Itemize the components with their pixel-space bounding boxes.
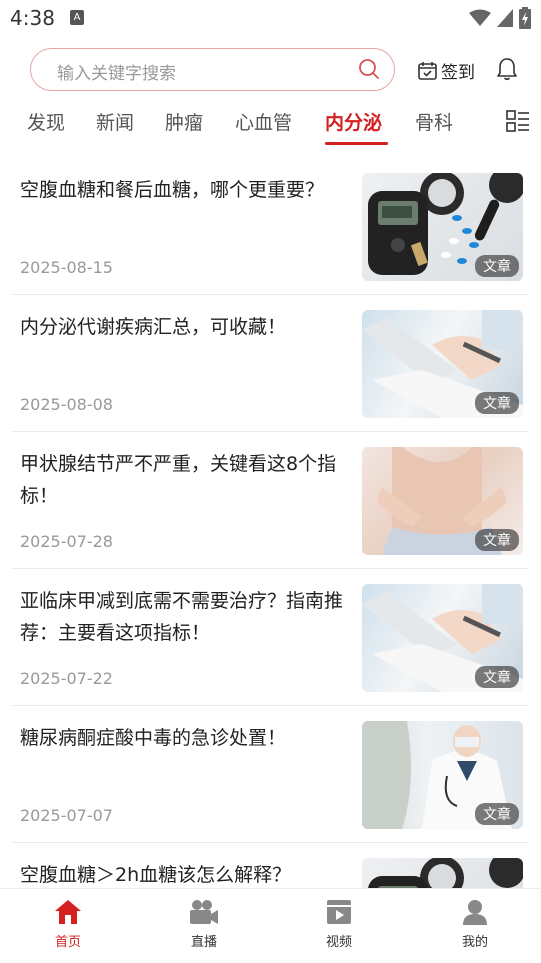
tab-news[interactable]: 新闻 (96, 108, 134, 135)
profile-icon (463, 900, 487, 925)
bottom-navigation: 首页 直播 视频 我的 (0, 888, 541, 963)
article-title: 糖尿病酮症酸中毒的急诊处置！ (20, 727, 287, 749)
article-title: 空腹血糖和餐后血糖，哪个更重要？ (20, 179, 325, 201)
article-type-badge: 文章 (475, 529, 519, 551)
nav-home[interactable]: 首页 (28, 899, 108, 950)
status-indicator-icon: A (70, 10, 84, 25)
article-date: 2025-07-28 (20, 532, 113, 551)
play-video-icon (327, 900, 351, 924)
article-thumbnail: 文章 (362, 173, 523, 281)
checkin-label: 签到 (441, 63, 475, 83)
nav-video[interactable]: 视频 (299, 899, 379, 950)
article-title: 亚临床甲减到底需不需要治疗？指南推荐：主要看这项指标！ (20, 590, 344, 644)
article-title: 内分泌代谢疾病汇总，可收藏！ (20, 316, 287, 338)
article-title: 甲状腺结节严不严重，关键看这8个指标！ (20, 453, 337, 507)
checkin-button[interactable]: 签到 (418, 58, 475, 83)
home-icon (55, 900, 81, 924)
article-date: 2025-07-22 (20, 669, 113, 688)
article-card[interactable]: 甲状腺结节严不严重，关键看这8个指标！ 2025-07-28 文章 (12, 432, 529, 569)
article-date: 2025-08-15 (20, 258, 113, 277)
active-tab-indicator (325, 142, 388, 145)
search-icon[interactable] (358, 58, 380, 80)
search-input[interactable]: 输入关键字搜索 (30, 48, 395, 91)
battery-icon (519, 7, 531, 29)
article-card[interactable]: 内分泌代谢疾病汇总，可收藏！ 2025-08-08 文章 (12, 295, 529, 432)
nav-profile[interactable]: 我的 (435, 899, 515, 950)
tab-discover[interactable]: 发现 (27, 108, 65, 135)
article-thumbnail: 文章 (362, 310, 523, 418)
article-thumbnail: 文章 (362, 721, 523, 829)
category-menu-icon[interactable] (506, 110, 530, 132)
article-date: 2025-08-08 (20, 395, 113, 414)
article-type-badge: 文章 (475, 255, 519, 277)
status-time: 4:38 (10, 6, 55, 30)
search-row: 输入关键字搜索 签到 (0, 46, 541, 94)
nav-live-label: 直播 (190, 935, 217, 950)
article-card[interactable]: 空腹血糖和餐后血糖，哪个更重要？ 2025-08-15 文章 (12, 158, 529, 295)
article-thumbnail (362, 858, 523, 888)
calendar-check-icon (418, 62, 437, 80)
article-card[interactable]: 空腹血糖＞2h血糖该怎么解释？ (12, 843, 529, 888)
status-icons (469, 7, 531, 29)
signal-icon (497, 9, 513, 27)
article-list: 空腹血糖和餐后血糖，哪个更重要？ 2025-08-15 文章 内分泌代谢疾病汇总… (0, 158, 541, 888)
category-tabs: 发现 新闻 肿瘤 心血管 内分泌 骨科 (0, 104, 541, 148)
tab-oncology[interactable]: 肿瘤 (165, 108, 203, 135)
nav-video-label: 视频 (325, 935, 352, 950)
tab-cardiology[interactable]: 心血管 (235, 108, 292, 135)
tab-orthopedics[interactable]: 骨科 (415, 108, 453, 135)
nav-home-label: 首页 (54, 935, 81, 950)
glucose-meter-image (368, 858, 523, 888)
nav-live[interactable]: 直播 (164, 899, 244, 950)
article-type-badge: 文章 (475, 392, 519, 414)
article-date: 2025-07-07 (20, 806, 113, 825)
bell-icon[interactable] (496, 57, 518, 81)
article-card[interactable]: 糖尿病酮症酸中毒的急诊处置！ 2025-07-07 文章 (12, 706, 529, 843)
article-thumbnail: 文章 (362, 447, 523, 555)
tab-endocrinology[interactable]: 内分泌 (325, 108, 382, 135)
status-bar: 4:38 A (0, 0, 541, 38)
article-title: 空腹血糖＞2h血糖该怎么解释？ (20, 864, 292, 886)
article-type-badge: 文章 (475, 666, 519, 688)
wifi-icon (469, 9, 491, 26)
article-thumbnail: 文章 (362, 584, 523, 692)
article-card[interactable]: 亚临床甲减到底需不需要治疗？指南推荐：主要看这项指标！ 2025-07-22 文… (12, 569, 529, 706)
search-placeholder: 输入关键字搜索 (57, 64, 176, 84)
nav-profile-label: 我的 (461, 935, 488, 950)
video-camera-icon (190, 900, 218, 924)
article-type-badge: 文章 (475, 803, 519, 825)
